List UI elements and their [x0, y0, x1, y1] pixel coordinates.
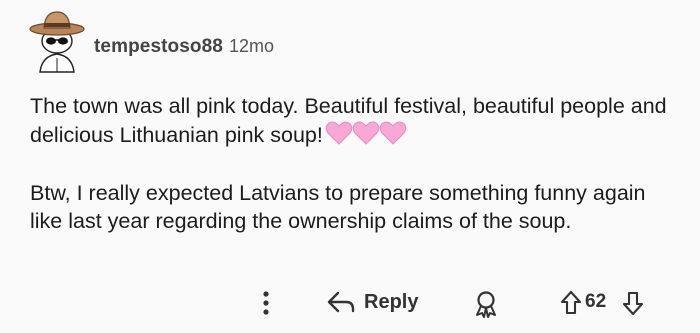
more-options-button[interactable] — [262, 289, 270, 317]
reply-label: Reply — [364, 290, 419, 313]
username[interactable]: tempestoso88 — [94, 36, 223, 58]
downvote-button[interactable] — [622, 290, 644, 316]
upvote-button[interactable] — [560, 290, 582, 316]
comment-paragraph: The town was all pink today. Beautiful f… — [30, 92, 670, 153]
award-icon — [476, 291, 496, 318]
comment: tempestoso88 12mo The town was all pink … — [0, 0, 700, 333]
upvote-arrow-icon — [560, 290, 582, 315]
pink-hearts-emoji — [325, 120, 407, 153]
comment-header: tempestoso88 12mo — [26, 6, 274, 76]
reply-arrow-icon — [327, 291, 355, 313]
downvote-arrow-icon — [622, 291, 644, 316]
avatar[interactable] — [26, 6, 88, 76]
comment-paragraph: Btw, I really expected Latvians to prepa… — [30, 181, 646, 233]
comment-age: 12mo — [228, 36, 274, 56]
reply-button[interactable]: Reply — [326, 289, 418, 315]
award-button[interactable] — [473, 290, 499, 318]
comment-actions: Reply 62 — [0, 286, 700, 320]
comment-body: The town was all pink today. Beautiful f… — [30, 92, 670, 261]
comment-meta: tempestoso88 12mo — [94, 36, 274, 58]
vote-score: 62 — [585, 291, 607, 312]
more-options-icon — [263, 291, 269, 315]
